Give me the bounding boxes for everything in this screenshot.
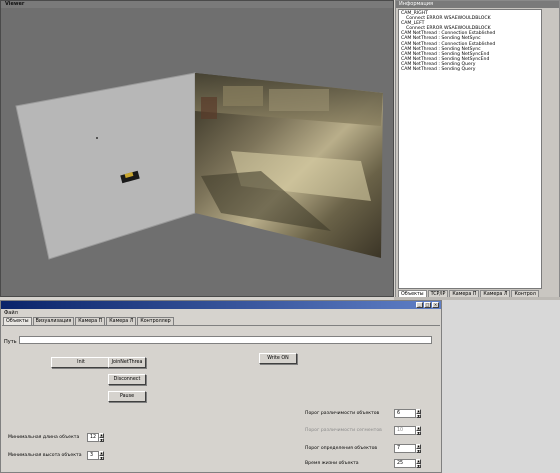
param-value[interactable]: 6 (394, 409, 416, 418)
spinner-arrows[interactable]: ▲ ▼ (416, 409, 421, 418)
left-screen-plane (15, 72, 196, 260)
param-value[interactable]: 10 (394, 426, 416, 435)
spinner-arrows[interactable]: ▲ ▼ (99, 451, 104, 460)
arrow-down-icon[interactable]: ▼ (416, 413, 421, 418)
write-on-button[interactable]: Write ON (259, 353, 297, 364)
param-label: Порог различимости сегментов (305, 428, 382, 433)
empty-area (441, 300, 560, 473)
window-controls: _ □ × (415, 302, 439, 308)
camera-image-building (269, 89, 329, 111)
param-label: Минимальная длина объекта (8, 435, 80, 440)
param-spinner[interactable]: 3 ▲ ▼ (87, 451, 104, 460)
main-tab[interactable]: Камера Л (106, 317, 137, 325)
path-label: Путь (4, 339, 17, 345)
disconnect-button[interactable]: Disconnect (108, 374, 146, 385)
viewer-title: Viewer (1, 1, 393, 8)
param-spinner[interactable]: 10 ▲ ▼ (394, 426, 421, 435)
path-input[interactable] (19, 336, 432, 344)
minimize-icon[interactable]: _ (416, 302, 423, 308)
control-window: _ □ × Файл Объекты Визуализация Камера П Ка… (0, 300, 442, 473)
arrow-down-icon[interactable]: ▼ (99, 455, 104, 460)
param-label: Порог определения объектов (305, 446, 378, 451)
spinner-arrows[interactable]: ▲ ▼ (99, 433, 104, 442)
param-value[interactable]: 7 (394, 444, 416, 453)
param-value[interactable]: 12 (87, 433, 99, 442)
main-tab[interactable]: Объекты (3, 317, 32, 325)
log-list[interactable]: CAM_RIGHT Connect ERROR WSAEWOULDBLOCK CAM… (398, 9, 542, 289)
maximize-icon[interactable]: □ (424, 302, 431, 308)
info-panel-title: Информация (396, 1, 559, 8)
join-net-thread-button[interactable]: JoinNetThrea (108, 357, 146, 368)
arrow-down-icon[interactable]: ▼ (99, 437, 104, 442)
info-panel: Информация CAM_RIGHT Connect ERROR WSAEWO… (395, 0, 560, 300)
log-line: CAM NetThread : Sending Query (401, 67, 476, 73)
main-tabs: Объекты Визуализация Камера П Камера Л Контр… (3, 317, 175, 325)
control-window-titlebar[interactable]: _ □ × (1, 301, 441, 309)
spinner-arrows[interactable]: ▲ ▼ (416, 426, 421, 435)
main-tab[interactable]: Контроллер (137, 317, 174, 325)
menu-file[interactable]: Файл (4, 310, 18, 316)
camera-image-building (223, 86, 263, 106)
param-value[interactable]: 25 (394, 459, 416, 468)
param-spinner[interactable]: 12 ▲ ▼ (87, 433, 104, 442)
close-icon[interactable]: × (432, 302, 439, 308)
param-label: Минимальная высота объекта (8, 453, 82, 458)
param-spinner[interactable]: 25 ▲ ▼ (394, 459, 421, 468)
arrow-down-icon[interactable]: ▼ (416, 448, 421, 453)
arrow-down-icon[interactable]: ▼ (416, 430, 421, 435)
camera-image-building (201, 97, 217, 119)
3d-scene[interactable] (1, 1, 394, 297)
scene-point (96, 137, 98, 139)
param-spinner[interactable]: 7 ▲ ▼ (394, 444, 421, 453)
viewer-window[interactable]: Viewer (0, 0, 394, 297)
arrow-down-icon[interactable]: ▼ (416, 463, 421, 468)
param-label: Время жизни объекта (305, 461, 359, 466)
spinner-arrows[interactable]: ▲ ▼ (416, 459, 421, 468)
param-label: Порог различимости объектов (305, 411, 380, 416)
main-tab[interactable]: Камера П (75, 317, 106, 325)
init-button[interactable]: Init (51, 357, 111, 368)
param-value[interactable]: 3 (87, 451, 99, 460)
param-spinner[interactable]: 6 ▲ ▼ (394, 409, 421, 418)
spinner-arrows[interactable]: ▲ ▼ (416, 444, 421, 453)
pause-button[interactable]: Pause (108, 391, 146, 402)
main-tab[interactable]: Визуализация (32, 317, 75, 325)
